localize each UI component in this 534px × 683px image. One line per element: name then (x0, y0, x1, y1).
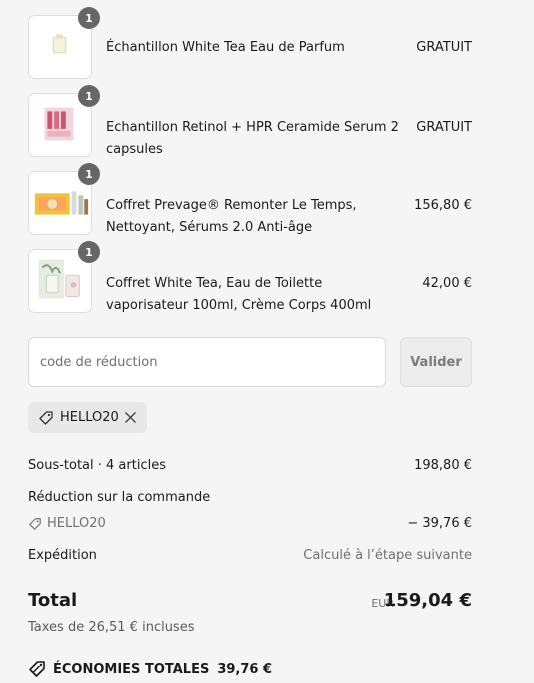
shipping-value: Calculé à l’étape suivante (303, 548, 472, 563)
order-discount-code-text: HELLO20 (47, 516, 106, 531)
order-items-list: 1 Échantillon White Tea Eau de Parfum GR… (28, 7, 472, 327)
total-savings: ÉCONOMIES TOTALES 39,76 € (28, 660, 272, 678)
shipping-label: Expédition (28, 548, 97, 563)
line-item: 1 Coffret Prevage® Remonter Le Temps, Ne… (28, 163, 472, 249)
order-discount-code: HELLO20 (28, 515, 106, 533)
discount-code-input[interactable] (28, 337, 386, 387)
item-name: Échantillon White Tea Eau de Parfum (106, 40, 345, 55)
discount-form: Valider (28, 337, 472, 387)
item-price: 42,00 € (422, 276, 472, 291)
tag-icon (29, 518, 41, 530)
item-name: Coffret Prevage® Remonter Le Temps, Nett… (106, 198, 357, 235)
item-price: GRATUIT (416, 40, 472, 55)
applied-discount-chip: HELLO20 (28, 402, 147, 433)
remove-code-icon[interactable] (124, 411, 137, 424)
apply-discount-button[interactable]: Valider (400, 337, 472, 387)
tax-note: Taxes de 26,51 € incluses (28, 620, 195, 635)
line-item: 1 Échantillon White Tea Eau de Parfum GR… (28, 7, 472, 93)
item-price: GRATUIT (416, 120, 472, 135)
total-label: Total (28, 590, 78, 611)
line-item: 1 Coffret White Tea, Eau de Toilette vap… (28, 241, 472, 327)
quantity-badge: 1 (78, 241, 100, 263)
item-name: Echantillon Retinol + HPR Ceramide Serum… (106, 120, 399, 157)
quantity-badge: 1 (78, 7, 100, 29)
quantity-badge: 1 (78, 163, 100, 185)
savings-label: ÉCONOMIES TOTALES (53, 661, 210, 677)
savings-value: 39,76 € (217, 661, 273, 677)
item-name: Coffret White Tea, Eau de Toilette vapor… (106, 276, 372, 313)
tag-icon (39, 410, 53, 425)
quantity-badge: 1 (78, 85, 100, 107)
applied-code-label: HELLO20 (60, 410, 119, 425)
order-discount-value: − 39,76 € (407, 516, 472, 531)
total-value: 159,04 € (383, 590, 472, 611)
item-price: 156,80 € (414, 198, 472, 213)
line-item: 1 Echantillon Retinol + HPR Ceramide Ser… (28, 85, 472, 171)
subtotal-value: 198,80 € (414, 458, 472, 473)
subtotal-label: Sous-total · 4 articles (28, 458, 166, 473)
order-discount-label: Réduction sur la commande (28, 490, 211, 505)
tag-icon (29, 661, 45, 677)
